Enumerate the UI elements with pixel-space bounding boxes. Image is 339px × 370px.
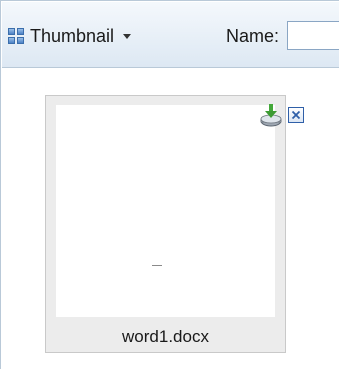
- view-mode-dropdown[interactable]: Thumbnail: [8, 22, 132, 50]
- file-preview: [56, 105, 275, 317]
- download-icon[interactable]: [259, 102, 283, 128]
- preview-mark: [152, 265, 162, 266]
- toolbar: Thumbnail Name:: [2, 2, 339, 68]
- file-name-label: word1.docx: [122, 327, 209, 346]
- name-filter-label: Name:: [226, 26, 280, 46]
- grid-view-icon: [8, 28, 24, 44]
- close-icon[interactable]: [288, 107, 304, 123]
- caret-down-icon: [123, 33, 132, 39]
- file-browser-window: Thumbnail Name: word1.docx: [0, 0, 339, 370]
- name-filter-input[interactable]: [287, 21, 339, 50]
- view-mode-label: Thumbnail: [30, 25, 115, 46]
- file-thumbnail-card[interactable]: [45, 95, 286, 353]
